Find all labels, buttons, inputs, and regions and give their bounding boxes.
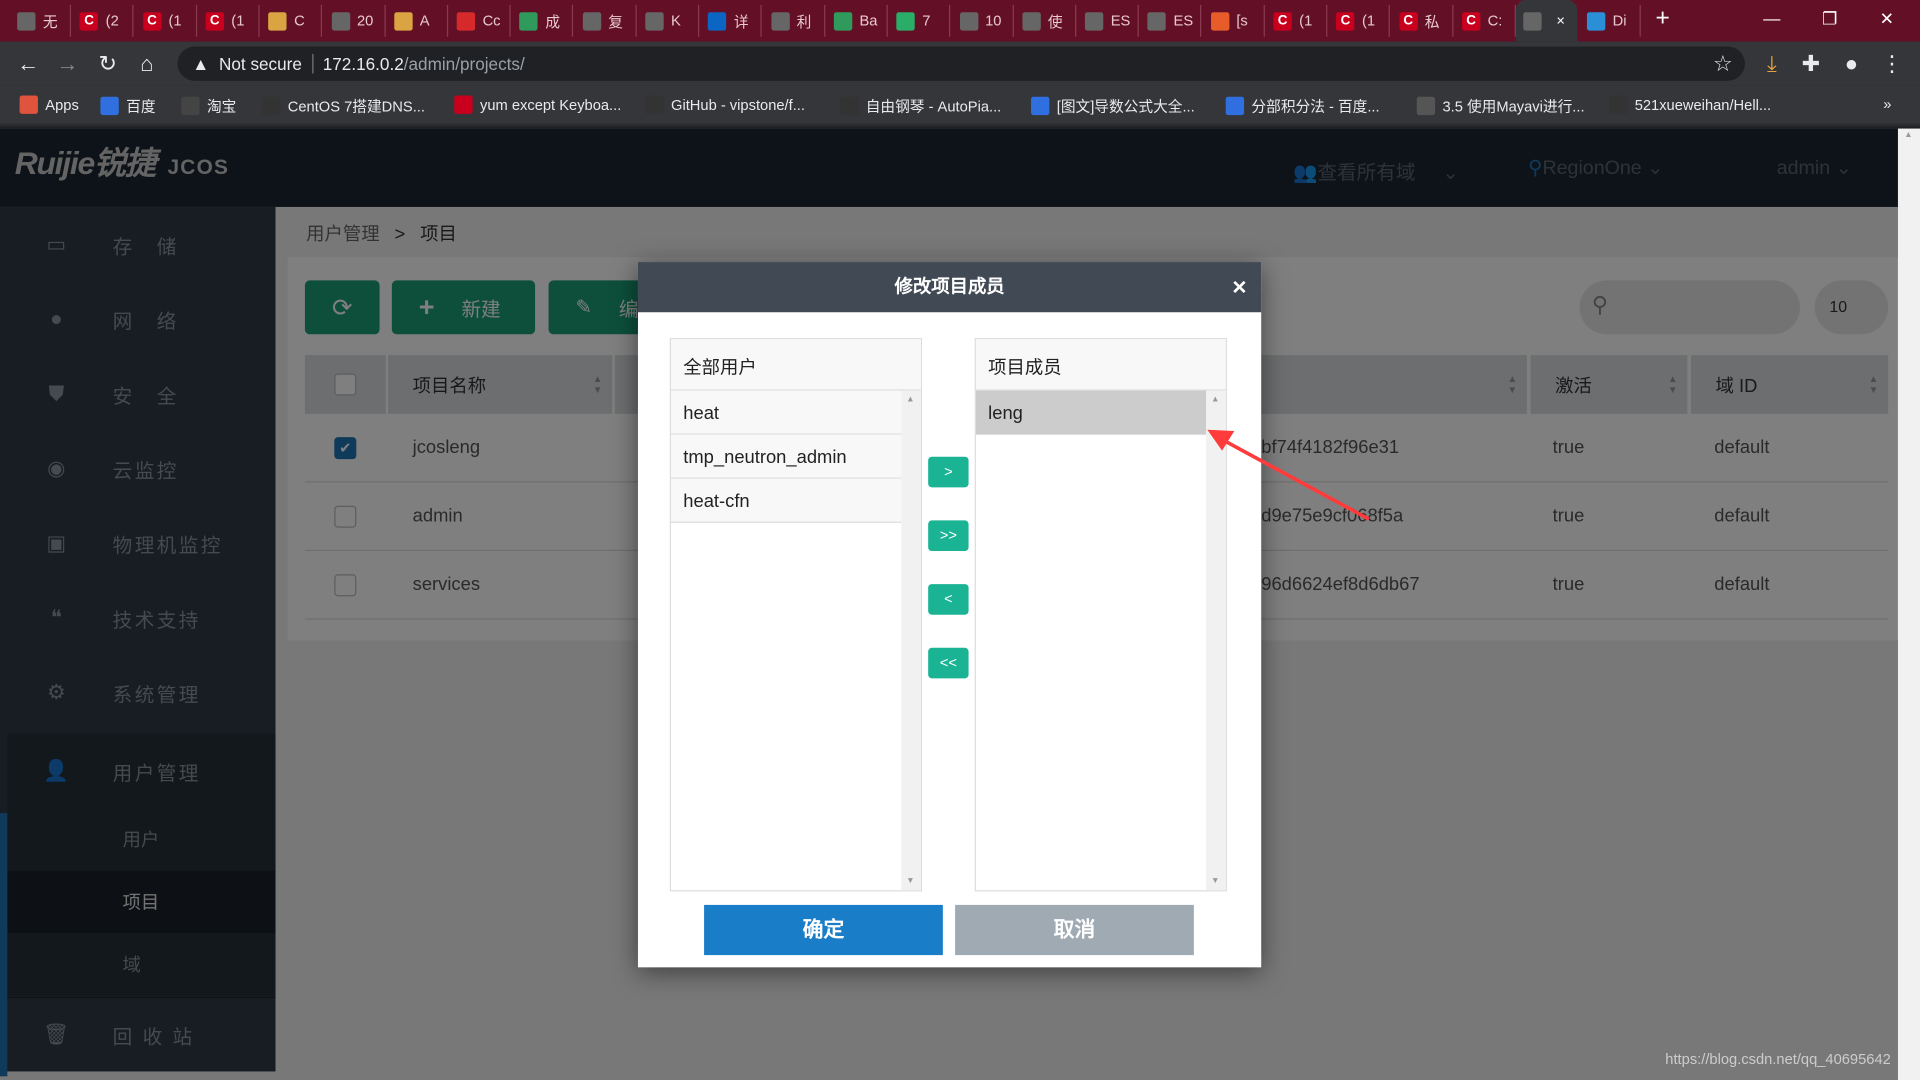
annotation-arrow: [1207, 429, 1370, 521]
